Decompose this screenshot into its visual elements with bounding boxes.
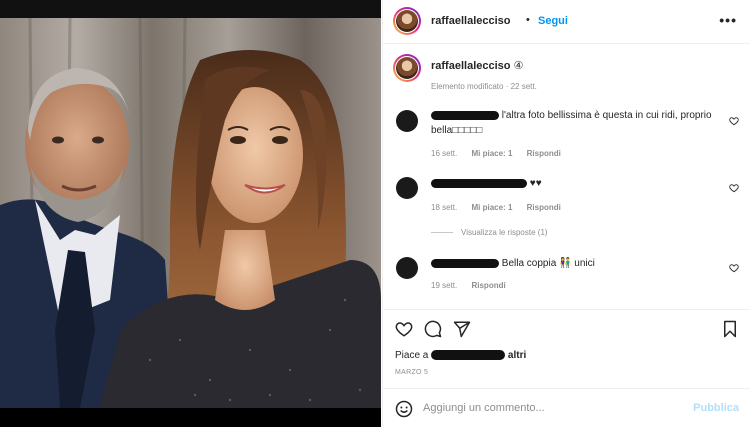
post-photo[interactable]: [0, 0, 381, 427]
post-date: MARZO 5: [395, 369, 429, 376]
view-replies-label: Visualizza le risposte (1): [461, 228, 548, 237]
redacted-username: [431, 178, 527, 188]
likes-prefix: Piace a: [395, 350, 429, 361]
comment-icon[interactable]: [424, 320, 442, 338]
comment-meta: 19 sett. Rispondi: [431, 281, 518, 290]
caption: raffaellalecciso ④: [431, 59, 523, 72]
comment-time: 19 sett.: [431, 281, 458, 290]
view-replies-button[interactable]: Visualizza le risposte (1): [431, 228, 548, 237]
comment-likes-count[interactable]: Mi piace: 1: [471, 203, 512, 212]
caption-text: ④: [510, 60, 524, 72]
post-header: raffaellalecciso • Segui •••: [383, 0, 750, 44]
add-comment-bar: Pubblica: [383, 388, 750, 427]
comment-like-heart-icon[interactable]: [729, 263, 739, 273]
more-options-icon[interactable]: •••: [719, 12, 737, 28]
share-icon[interactable]: [453, 320, 471, 338]
comment-like-heart-icon[interactable]: [729, 116, 739, 126]
post-action-bar: [383, 309, 750, 349]
heart-icon[interactable]: [395, 320, 413, 338]
author-avatar[interactable]: [393, 7, 421, 35]
comment-text: Bella coppia 👫 unici: [501, 258, 595, 269]
reply-button[interactable]: Rispondi: [471, 281, 505, 290]
comment-time: 18 sett.: [431, 203, 458, 212]
publish-button[interactable]: Pubblica: [693, 402, 739, 414]
author-username[interactable]: raffaellalecciso: [431, 15, 511, 27]
comment-body: Bella coppia 👫 unici: [431, 256, 731, 271]
comment-meta: 16 sett. Mi piace: 1 Rispondi: [431, 149, 573, 158]
bookmark-icon[interactable]: [721, 320, 739, 338]
comment-input[interactable]: [423, 399, 683, 417]
caption-username[interactable]: raffaellalecciso: [431, 60, 511, 72]
comment-body: l'altra foto bellissima è questa in cui …: [431, 108, 731, 138]
replies-divider-line: [431, 232, 453, 234]
comment-body: ♥♥: [431, 176, 731, 191]
commenter-avatar[interactable]: [396, 110, 418, 132]
instagram-post-modal: raffaellalecciso • Segui ••• raffaellale…: [0, 0, 750, 427]
redacted-username: [431, 110, 499, 120]
redacted-liker[interactable]: [431, 350, 506, 361]
comment-meta: 18 sett. Mi piace: 1 Rispondi: [431, 203, 573, 212]
reply-button[interactable]: Rispondi: [527, 149, 561, 158]
caption-edited-timestamp: Elemento modificato · 22 sett.: [431, 82, 537, 91]
comment-text: ♥♥: [529, 178, 542, 189]
post-details-panel: raffaellalecciso • Segui ••• raffaellale…: [382, 0, 750, 427]
likes-others-link[interactable]: altri: [508, 350, 526, 361]
reply-button[interactable]: Rispondi: [527, 203, 561, 212]
emoji-icon[interactable]: [395, 400, 413, 418]
comment-time: 16 sett.: [431, 149, 458, 158]
follow-button[interactable]: Segui: [538, 15, 568, 27]
commenter-avatar[interactable]: [396, 257, 418, 279]
commenter-avatar[interactable]: [396, 177, 418, 199]
photo-illustration: [0, 0, 381, 427]
comment-likes-count[interactable]: Mi piace: 1: [471, 149, 512, 158]
redacted-username: [431, 258, 499, 268]
comment-like-heart-icon[interactable]: [729, 183, 739, 193]
caption-avatar[interactable]: [393, 54, 421, 82]
header-separator: •: [526, 14, 530, 26]
likes-summary: Piace a altri: [395, 350, 526, 361]
